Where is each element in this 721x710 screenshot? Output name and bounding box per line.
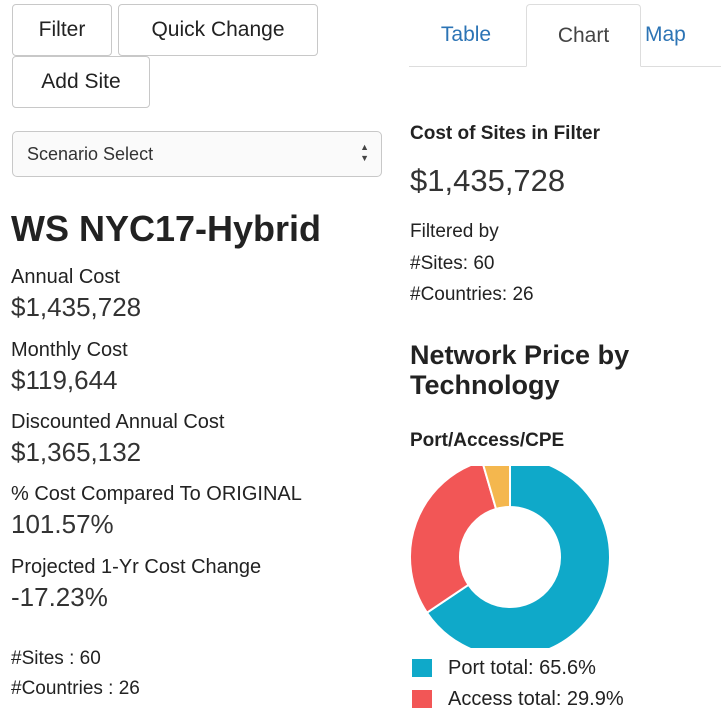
add-site-button[interactable]: Add Site	[12, 56, 150, 108]
tab-chart[interactable]: Chart	[526, 4, 641, 67]
annual-cost-value: $1,435,728	[11, 292, 142, 322]
legend-swatch	[412, 659, 432, 677]
discounted-annual-cost-value: $1,365,132	[11, 437, 142, 467]
page: Filter Quick Change Add Site Scenario Se…	[0, 0, 721, 710]
discounted-annual-cost-label: Discounted Annual Cost	[11, 411, 225, 433]
countries-count: #Countries : 26	[11, 678, 140, 699]
scenario-select[interactable]: Scenario Select ▲ ▼	[12, 131, 382, 177]
cost-compared-label: % Cost Compared To ORIGINAL	[11, 483, 302, 505]
legend-label: Access total: 29.9%	[448, 688, 624, 710]
filter-button[interactable]: Filter	[12, 4, 112, 56]
cost-of-sites-heading: Cost of Sites in Filter	[410, 123, 601, 144]
donut-chart	[409, 466, 611, 648]
projected-cost-change-label: Projected 1-Yr Cost Change	[11, 556, 262, 578]
monthly-cost-value: $119,644	[11, 365, 118, 395]
tab-table[interactable]: Table	[409, 4, 523, 67]
legend-label: Port total: 65.6%	[448, 657, 596, 679]
tab-map[interactable]: Map	[641, 4, 721, 67]
sites-count: #Sites : 60	[11, 648, 101, 669]
cost-compared-value: 101.57%	[11, 509, 114, 539]
filtered-countries: #Countries: 26	[410, 284, 534, 305]
annual-cost-label: Annual Cost	[11, 266, 120, 288]
chart-title: Network Price by Technology	[410, 340, 630, 400]
chart-subtitle: Port/Access/CPE	[410, 430, 565, 451]
quick-change-button[interactable]: Quick Change	[118, 4, 318, 56]
filtered-by-label: Filtered by	[410, 221, 499, 242]
scenario-select-value: Scenario Select	[27, 144, 154, 164]
projected-cost-change-value: -17.23%	[11, 582, 108, 612]
legend-swatch	[412, 690, 432, 708]
slice-access-total[interactable]	[409, 466, 498, 615]
filtered-sites: #Sites: 60	[410, 253, 495, 274]
cost-of-sites-value: $1,435,728	[410, 163, 566, 198]
monthly-cost-label: Monthly Cost	[11, 339, 128, 361]
scenario-title: WS NYC17-Hybrid	[11, 208, 322, 249]
